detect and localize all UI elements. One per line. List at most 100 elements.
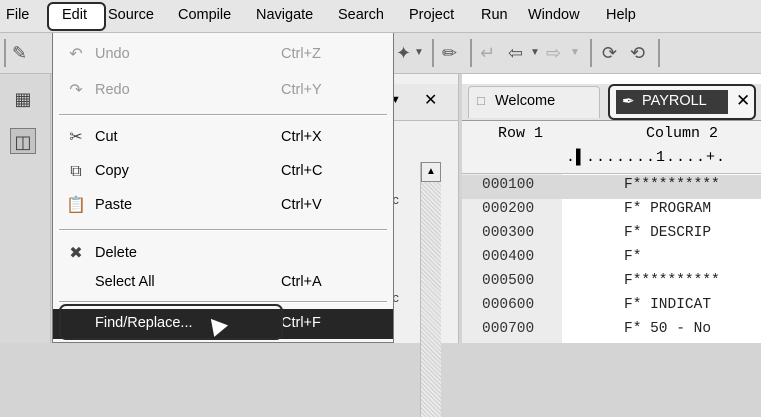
new-icon[interactable]: ✎ <box>12 42 27 64</box>
source-text: F* INDICAT <box>624 297 712 313</box>
next-annotation-icon[interactable]: ⟲ <box>630 42 645 64</box>
menu-item-label: Paste <box>95 197 133 213</box>
menu-item-label: Select All <box>95 274 155 290</box>
view-header: ▼ ✕ <box>384 84 458 121</box>
menu-navigate[interactable]: Navigate <box>256 7 313 23</box>
menu-item-shortcut: Ctrl+V <box>281 197 322 213</box>
chevron-down-icon[interactable]: ▼ <box>570 42 580 64</box>
redo-icon: ↷ <box>69 82 83 99</box>
menu-item-shortcut: Ctrl+A <box>281 274 322 290</box>
back-icon[interactable]: ⇦ <box>508 42 523 64</box>
close-icon[interactable]: ✕ <box>736 91 750 111</box>
sequence-number: 000200 <box>482 201 535 217</box>
source-line[interactable]: 000700 F* 50 - No <box>462 319 761 343</box>
chevron-down-icon[interactable]: ▼ <box>414 42 424 64</box>
navigator-view: ▼ ✕ rc rc ▲ <box>384 74 459 417</box>
menu-item-label: Copy <box>95 163 129 179</box>
menu-item-select-all[interactable]: Select All Ctrl+A <box>53 268 393 298</box>
sequence-number: 000600 <box>482 297 535 313</box>
menu-item-shortcut: Ctrl+Z <box>281 46 321 62</box>
run-icon[interactable]: ✦ <box>396 42 411 64</box>
menu-separator <box>59 229 387 231</box>
menu-item-label: Undo <box>95 46 130 62</box>
edit-file-icon: ✒ <box>622 93 635 110</box>
forward-icon[interactable]: ⇨ <box>546 42 561 64</box>
source-line[interactable]: 000200 F* PROGRAM <box>462 199 761 223</box>
chevron-down-icon[interactable]: ▼ <box>530 42 540 64</box>
source-text: F* DESCRIP <box>624 225 712 241</box>
open-perspective-icon[interactable]: ▦ <box>10 86 36 112</box>
toolbar-separator <box>470 39 472 67</box>
source-text: F********** <box>624 273 720 289</box>
toolbar-separator <box>432 39 434 67</box>
row-indicator: Row 1 <box>498 125 544 142</box>
paste-icon: 📋 <box>66 197 86 214</box>
source-line[interactable]: 000300 F* DESCRIP <box>462 223 761 247</box>
menu-item-undo[interactable]: ↶ Undo Ctrl+Z <box>53 40 393 70</box>
last-edit-icon[interactable]: ↵ <box>480 42 495 64</box>
source-line[interactable]: 000400 F* <box>462 247 761 271</box>
scissors-icon: ✂ <box>69 129 83 146</box>
column-indicator: Column 2 <box>646 125 719 142</box>
welcome-icon: □ <box>477 93 485 108</box>
pencil-icon[interactable]: ✏ <box>442 42 457 64</box>
menu-compile[interactable]: Compile <box>178 7 231 23</box>
toolbar-separator <box>658 39 660 67</box>
menu-item-label: Delete <box>95 245 137 261</box>
close-icon[interactable]: ✕ <box>424 90 437 110</box>
sequence-number: 000700 <box>482 321 535 337</box>
copy-icon: ⧉ <box>70 163 82 180</box>
source-text: F* <box>624 249 642 265</box>
source-text: F* 50 - No <box>624 321 712 337</box>
tab-label: Welcome <box>495 93 556 109</box>
scroll-up-icon[interactable]: ▲ <box>421 162 441 182</box>
edit-dropdown-menu: ↶ Undo Ctrl+Z ↷ Redo Ctrl+Y ✂ Cut Ctrl+X… <box>52 33 394 343</box>
menu-item-delete[interactable]: ✖ Delete <box>53 239 393 269</box>
menu-item-shortcut: Ctrl+Y <box>281 82 322 98</box>
menu-item-label: Cut <box>95 129 118 145</box>
menu-edit[interactable]: Edit <box>62 7 87 23</box>
vertical-scrollbar[interactable]: ▲ <box>420 162 441 417</box>
tab-payroll[interactable]: ✒ PAYROLL ✕ <box>608 84 756 120</box>
prev-annotation-icon[interactable]: ⟳ <box>602 42 617 64</box>
menu-run[interactable]: Run <box>481 7 508 23</box>
menu-item-cut[interactable]: ✂ Cut Ctrl+X <box>53 123 393 153</box>
menu-separator <box>59 301 387 303</box>
menu-search[interactable]: Search <box>338 7 384 23</box>
editor-tab-bar: □ Welcome ✒ PAYROLL ✕ <box>462 84 761 121</box>
source-text: F* PROGRAM <box>624 201 712 217</box>
undo-icon: ↶ <box>69 46 83 63</box>
toolbar-separator <box>590 39 592 67</box>
column-ruler: Row 1 Column 2 .▌.......1....+. <box>462 121 761 174</box>
menu-file[interactable]: File <box>6 7 29 23</box>
ruler-marks: .▌.......1....+. <box>566 149 727 166</box>
menu-item-shortcut: Ctrl+C <box>281 163 323 179</box>
menu-item-paste[interactable]: 📋 Paste Ctrl+V <box>53 191 393 221</box>
menu-source[interactable]: Source <box>108 7 154 23</box>
remote-systems-perspective-icon[interactable]: ◫ <box>10 128 36 154</box>
source-line[interactable]: 000500 F********** <box>462 271 761 295</box>
source-editor: □ Welcome ✒ PAYROLL ✕ Row 1 Column 2 .▌.… <box>462 74 761 343</box>
sequence-number: 000100 <box>482 177 535 193</box>
sequence-number: 000500 <box>482 273 535 289</box>
toolbar-separator <box>4 39 6 67</box>
tab-welcome[interactable]: □ Welcome <box>468 86 600 118</box>
perspective-strip: ▦ ◫ <box>0 74 51 343</box>
source-line[interactable]: 000100 F********** <box>462 175 761 199</box>
menu-item-label: Find/Replace... <box>95 315 193 331</box>
sequence-number: 000400 <box>482 249 535 265</box>
menu-item-shortcut: Ctrl+X <box>281 129 322 145</box>
sequence-number: 000300 <box>482 225 535 241</box>
source-line[interactable]: 000600 F* INDICAT <box>462 295 761 319</box>
menu-item-label: Redo <box>95 82 130 98</box>
menu-help[interactable]: Help <box>606 7 636 23</box>
delete-icon: ✖ <box>69 245 83 262</box>
menu-window[interactable]: Window <box>528 7 580 23</box>
tab-label: PAYROLL <box>642 93 707 109</box>
source-text: F********** <box>624 177 720 193</box>
menu-item-copy[interactable]: ⧉ Copy Ctrl+C <box>53 157 393 187</box>
menu-separator <box>59 114 387 116</box>
menu-project[interactable]: Project <box>409 7 454 23</box>
menu-item-redo[interactable]: ↷ Redo Ctrl+Y <box>53 76 393 106</box>
menu-bar: File Edit Source Compile Navigate Search… <box>0 0 761 33</box>
